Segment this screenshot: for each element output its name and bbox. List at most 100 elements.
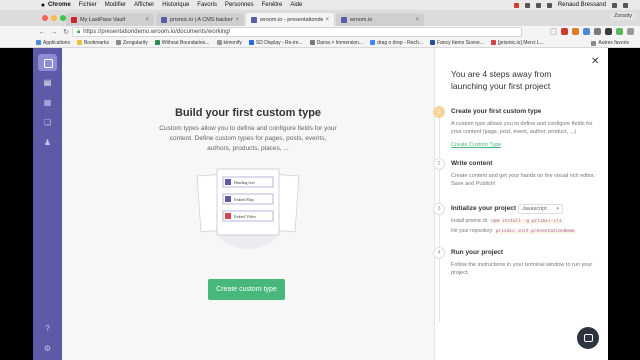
lastpass-status-icon[interactable] xyxy=(513,2,519,8)
media-library-icon[interactable]: ❏ xyxy=(43,118,52,127)
documents-icon[interactable]: ▤ xyxy=(43,78,52,87)
init-command[interactable]: prismic init presentationdemo xyxy=(494,229,576,234)
bookmark-sd-display[interactable]: SD Display - Re-im... xyxy=(248,40,303,46)
menu-fenetre[interactable]: Fenêtre xyxy=(262,2,283,8)
illustration-row-label: Embed Map xyxy=(234,197,254,202)
spotlight-icon[interactable] xyxy=(612,2,617,8)
close-window-icon[interactable] xyxy=(42,15,48,21)
chat-icon xyxy=(583,334,593,342)
extension-icon[interactable] xyxy=(572,28,579,35)
bookmark-label: Zengularity xyxy=(122,39,148,46)
bookmark-darva[interactable]: Darva > Immersion... xyxy=(309,39,364,46)
custom-types-icon[interactable]: ▦ xyxy=(43,98,52,107)
tab-prismic[interactable]: prismic.io | A CMS backend fo × xyxy=(156,13,244,26)
extension-icon[interactable] xyxy=(605,28,612,35)
users-icon[interactable]: ♟ xyxy=(43,138,52,147)
tab-wroom-presentationdemo[interactable]: wroom.io - presentationdemo × xyxy=(246,13,334,26)
help-icon[interactable]: ? xyxy=(43,324,52,333)
bookmark-label: Fancy Items Scene... xyxy=(436,39,484,46)
chat-support-button[interactable] xyxy=(577,327,599,349)
menu-afficher[interactable]: Afficher xyxy=(134,2,154,8)
bookmark-without-boundaries[interactable]: Without Boundaries... xyxy=(154,40,210,46)
init-instruction: Init your repository: prismic init prese… xyxy=(451,228,576,234)
bookmark-label: Applications xyxy=(43,39,70,46)
step-number: 3 xyxy=(433,203,445,215)
lock-icon: 🔒︎ xyxy=(77,28,81,35)
step-title: Write content xyxy=(451,160,493,167)
menu-modifier[interactable]: Modifier xyxy=(105,2,126,8)
illustration-row-video: Embed Video xyxy=(222,210,274,222)
extension-icon[interactable] xyxy=(594,28,601,35)
extension-icon[interactable] xyxy=(616,28,623,35)
back-arrow-icon[interactable]: ← xyxy=(38,29,46,36)
onboarding-title: You are 4 steps away from launching your… xyxy=(451,69,552,91)
tab-label: wroom.io - presentationdemo xyxy=(260,16,324,23)
minimize-window-icon[interactable] xyxy=(51,15,57,21)
menu-historique[interactable]: Historique xyxy=(162,2,189,8)
bookmark-fancy-items[interactable]: Fancy Items Scene... xyxy=(429,39,484,46)
bookmark-kimonify[interactable]: kimonify xyxy=(216,40,242,46)
settings-gear-icon[interactable]: ⚙ xyxy=(43,344,52,353)
tab-close-icon[interactable]: × xyxy=(235,17,239,23)
bookmark-bookmarks[interactable]: Bookmarks xyxy=(76,40,109,46)
apple-menu-icon[interactable]: ● xyxy=(38,2,48,9)
illustration-row-heading: Heading text xyxy=(222,176,274,188)
site-icon xyxy=(248,40,254,45)
window-controls xyxy=(42,15,66,21)
tab-lastpass[interactable]: My LastPass Vault × xyxy=(66,13,154,26)
app-sidebar: ▤ ▦ ❏ ♟ ? ⚙ xyxy=(33,48,62,360)
tab-close-icon[interactable]: × xyxy=(325,17,329,23)
chrome-menu-icon[interactable] xyxy=(627,28,634,35)
forward-arrow-icon[interactable]: → xyxy=(50,29,58,36)
bookmark-label: Darva > Immersion... xyxy=(316,39,364,46)
menu-personnes[interactable]: Personnes xyxy=(225,2,254,8)
step-description: Create content and get your hands on the… xyxy=(451,173,596,187)
tab-label: prismic.io | A CMS backend fo xyxy=(170,16,234,23)
notification-center-icon[interactable] xyxy=(623,2,628,8)
site-icon xyxy=(309,40,315,45)
bookmark-other-favorites[interactable]: Autres favoris xyxy=(591,38,629,48)
extension-icons xyxy=(550,28,634,35)
menu-chrome[interactable]: Chrome xyxy=(48,2,71,8)
page-title: Build your first custom type xyxy=(174,107,322,119)
main-content: Build your first custom type Custom type… xyxy=(62,48,434,360)
desktop-background-right xyxy=(608,48,640,360)
profile-button[interactable]: Zorsoly xyxy=(609,12,636,20)
install-command[interactable]: npm install -g prismic-cli xyxy=(490,219,563,224)
bookmark-drag-n-drop[interactable]: drag n drop - Rech... xyxy=(370,40,423,46)
tab-close-icon[interactable]: × xyxy=(415,17,419,23)
browser-tab-strip: My LastPass Vault × prismic.io | A CMS b… xyxy=(0,10,640,26)
bookmark-zengularity[interactable]: Zengularity xyxy=(115,39,148,46)
bookmark-applications[interactable]: Applications xyxy=(36,40,70,46)
close-icon[interactable]: ✕ xyxy=(591,56,599,67)
create-custom-type-link[interactable]: Create Custom Type xyxy=(451,142,501,148)
step-description: Follow the instructions in your terminal… xyxy=(451,262,593,276)
folder-icon xyxy=(115,40,121,45)
install-label: Install prismic cli: xyxy=(451,218,489,224)
custom-type-illustration: Heading text Embed Map Embed Video xyxy=(196,168,300,249)
reload-icon[interactable]: ↻ xyxy=(62,28,70,36)
bookmark-star-icon[interactable] xyxy=(550,28,557,35)
lastpass-favicon-icon xyxy=(71,16,77,23)
tab-wroom[interactable]: wroom.io × xyxy=(336,13,424,26)
battery-status-icon[interactable] xyxy=(546,2,552,8)
lastpass-extension-icon[interactable] xyxy=(561,28,568,35)
address-bar[interactable]: 🔒︎ https://presentationdemo.wroom.io/doc… xyxy=(72,27,522,37)
star-icon xyxy=(76,40,82,45)
wifi-status-icon[interactable] xyxy=(524,2,530,8)
browser-toolbar: ← → ↻ 🔒︎ https://presentationdemo.wroom.… xyxy=(0,26,640,38)
create-custom-type-button[interactable]: Create custom type xyxy=(208,279,285,300)
menu-favoris[interactable]: Favoris xyxy=(197,2,217,8)
menubar-user-name[interactable]: Renaud Bressand xyxy=(558,2,606,8)
menu-fichier[interactable]: Fichier xyxy=(79,2,97,8)
language-select[interactable]: Javascript ▾ xyxy=(518,204,563,214)
illustration-row-label: Heading text xyxy=(234,180,255,185)
prismic-logo-icon[interactable] xyxy=(38,54,57,71)
menu-aide[interactable]: Aide xyxy=(290,2,302,8)
folder-icon xyxy=(591,40,597,46)
volume-status-icon[interactable] xyxy=(535,2,541,8)
extension-icon[interactable] xyxy=(583,28,590,35)
bookmark-prismic-merci[interactable]: [prismic.io] Merci L... xyxy=(490,40,544,46)
bookmark-label: drag n drop - Rech... xyxy=(377,39,423,46)
tab-close-icon[interactable]: × xyxy=(145,17,149,23)
